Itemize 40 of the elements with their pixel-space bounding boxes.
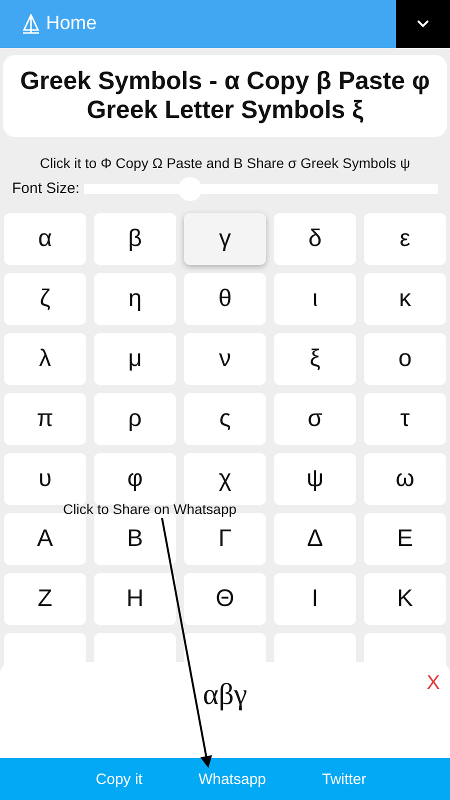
symbol-button[interactable]: χ xyxy=(184,452,266,504)
symbol-button[interactable]: γ xyxy=(184,212,266,264)
symbol-button[interactable]: ρ xyxy=(94,392,176,444)
symbol-button[interactable]: τ xyxy=(364,392,446,444)
symbol-button[interactable]: α xyxy=(4,212,86,264)
symbol-button[interactable]: ι xyxy=(274,272,356,324)
symbol-button[interactable]: β xyxy=(94,212,176,264)
symbol-button[interactable]: Δ xyxy=(274,512,356,564)
symbol-button[interactable]: ζ xyxy=(4,272,86,324)
font-size-label: Font Size: xyxy=(12,180,80,197)
symbol-button[interactable]: Ι xyxy=(274,572,356,624)
symbol-button[interactable]: λ xyxy=(4,332,86,384)
symbol-button[interactable]: ξ xyxy=(274,332,356,384)
symbol-button[interactable]: φ xyxy=(94,452,176,504)
symbol-button[interactable]: υ xyxy=(4,452,86,504)
symbol-button[interactable]: Θ xyxy=(184,572,266,624)
subtitle: Click it to Φ Copy Ω Paste and Β Share σ Greek Symbols ψ xyxy=(38,154,412,170)
symbol-button[interactable]: κ xyxy=(364,272,446,324)
sailboat-icon xyxy=(22,14,40,34)
symbol-button[interactable]: π xyxy=(4,392,86,444)
symbol-button[interactable]: η xyxy=(94,272,176,324)
symbol-button[interactable]: Ε xyxy=(364,512,446,564)
symbol-button[interactable]: θ xyxy=(184,272,266,324)
symbol-button[interactable]: Κ xyxy=(364,572,446,624)
symbol-button[interactable]: ε xyxy=(364,212,446,264)
symbol-button[interactable]: σ xyxy=(274,392,356,444)
symbol-button[interactable]: ψ xyxy=(274,452,356,504)
chevron-down-icon xyxy=(417,20,429,28)
symbol-button[interactable]: Η xyxy=(94,572,176,624)
symbol-button[interactable]: ο xyxy=(364,332,446,384)
symbol-button[interactable]: δ xyxy=(274,212,356,264)
page-title: Greek Symbols - α Copy β Paste φ Greek Letter Symbols ξ xyxy=(3,55,447,136)
symbol-button[interactable]: μ xyxy=(94,332,176,384)
selected-symbols: αβγ xyxy=(202,678,248,713)
symbol-button[interactable]: Ζ xyxy=(4,572,86,624)
symbol-button[interactable]: ω xyxy=(364,452,446,504)
symbol-button[interactable]: ς xyxy=(184,392,266,444)
symbol-button[interactable]: ν xyxy=(184,332,266,384)
dropdown-button[interactable] xyxy=(396,0,450,48)
close-button[interactable]: X xyxy=(426,672,440,695)
